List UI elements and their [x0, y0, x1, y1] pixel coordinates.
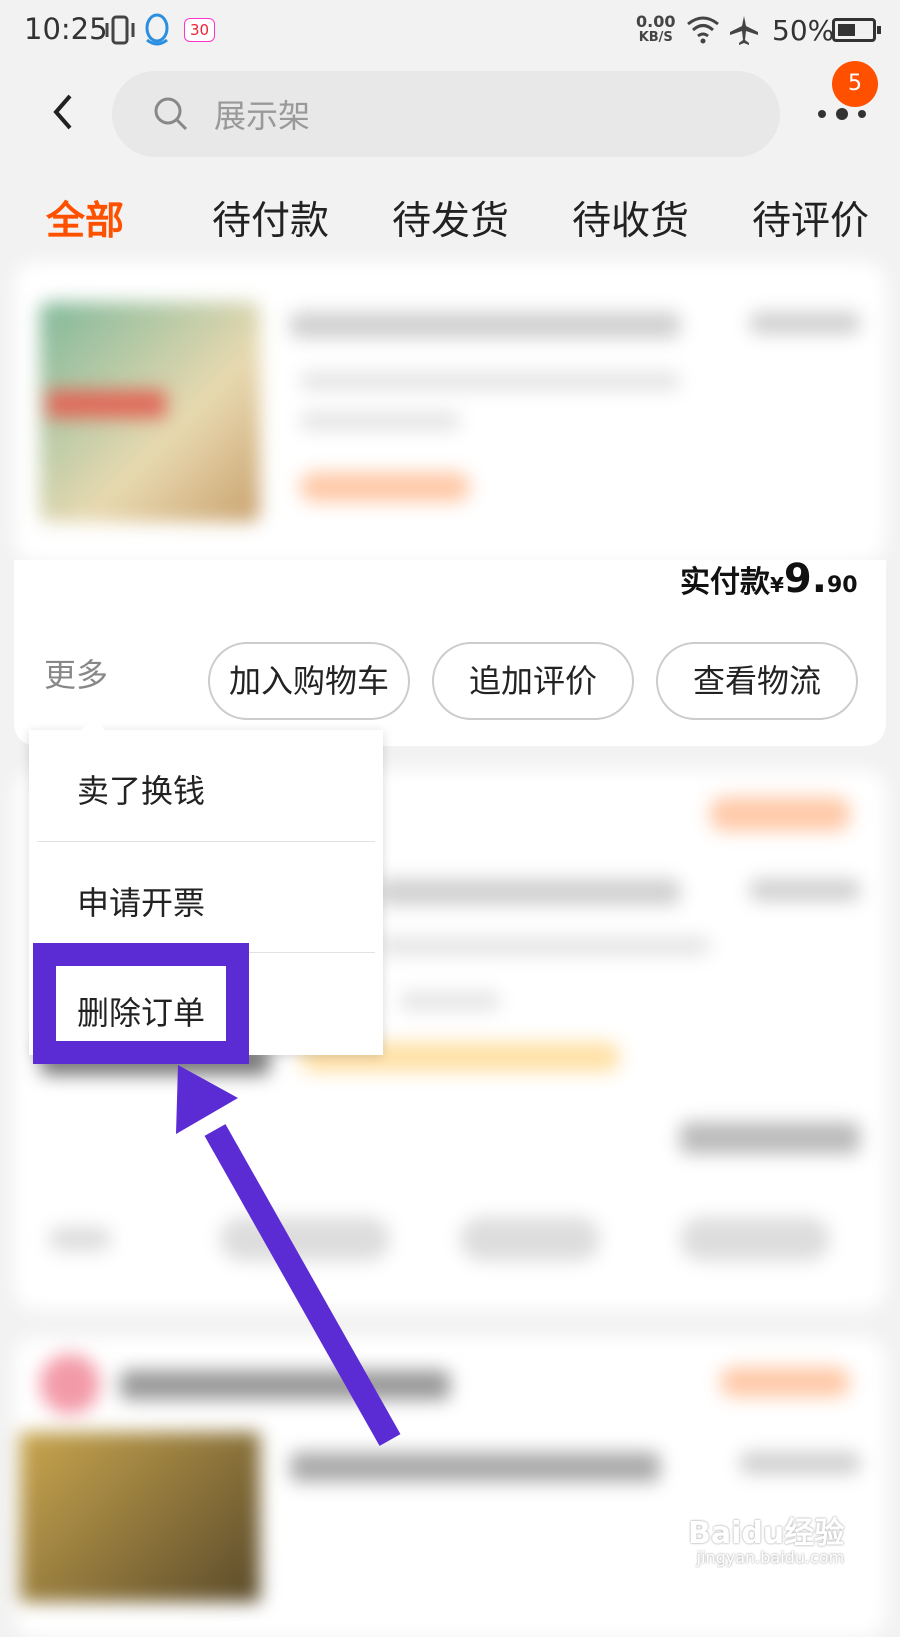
search-icon [154, 97, 188, 131]
tab-all[interactable]: 全部 [46, 190, 124, 246]
notification-badge: 30 [184, 18, 216, 42]
wifi-icon [686, 14, 720, 51]
more-actions-link[interactable]: 更多 [44, 650, 108, 696]
tab-pending-receipt[interactable]: 待收货 [572, 190, 689, 246]
vibrate-icon [104, 13, 136, 54]
menu-divider [37, 841, 375, 842]
airplane-mode-icon [728, 14, 760, 53]
add-to-cart-button[interactable]: 加入购物车 [208, 642, 410, 720]
back-button[interactable] [44, 90, 88, 134]
annotation-highlight-box [33, 943, 249, 1064]
menu-item-sell[interactable]: 卖了换钱 [77, 766, 205, 812]
message-count-badge: 5 [832, 61, 878, 107]
tab-pending-shipment[interactable]: 待发货 [392, 190, 509, 246]
battery-percent: 50% [772, 14, 835, 47]
amount-paid: 实付款¥9.90 [680, 556, 858, 602]
back-arrow-icon [53, 94, 72, 130]
baidu-jingyan-watermark: Baidu经验 jingyan.baidu.com [688, 1516, 845, 1567]
tab-pending-payment[interactable]: 待付款 [212, 190, 329, 246]
battery-icon [832, 18, 881, 42]
status-time: 10:25 [24, 12, 108, 46]
net-speed: 0.00 KB/S [636, 12, 676, 46]
tab-pending-review[interactable]: 待评价 [752, 190, 869, 246]
status-bar: 10:25 30 0.00 KB/S 50% [0, 0, 900, 62]
add-review-button[interactable]: 追加评价 [432, 642, 634, 720]
search-placeholder: 展示架 [214, 97, 311, 135]
qq-icon [142, 12, 172, 55]
search-input[interactable]: 展示架 [112, 71, 780, 157]
track-shipment-button[interactable]: 查看物流 [656, 642, 858, 720]
menu-item-request-invoice[interactable]: 申请开票 [77, 878, 205, 924]
